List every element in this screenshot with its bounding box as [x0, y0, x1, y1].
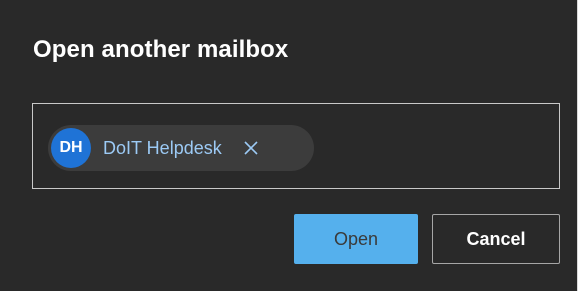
open-mailbox-dialog: Open another mailbox DH DoIT Helpdesk Op… — [0, 0, 578, 291]
recipient-name: DoIT Helpdesk — [103, 137, 222, 158]
recipient-chip[interactable]: DH DoIT Helpdesk — [48, 125, 314, 171]
cancel-button[interactable]: Cancel — [432, 214, 560, 264]
close-icon — [244, 141, 258, 155]
remove-recipient-button[interactable] — [240, 137, 262, 159]
dialog-title: Open another mailbox — [33, 36, 289, 63]
mailbox-picker-input[interactable]: DH DoIT Helpdesk — [32, 103, 560, 189]
open-button[interactable]: Open — [294, 214, 418, 264]
avatar: DH — [51, 128, 91, 168]
